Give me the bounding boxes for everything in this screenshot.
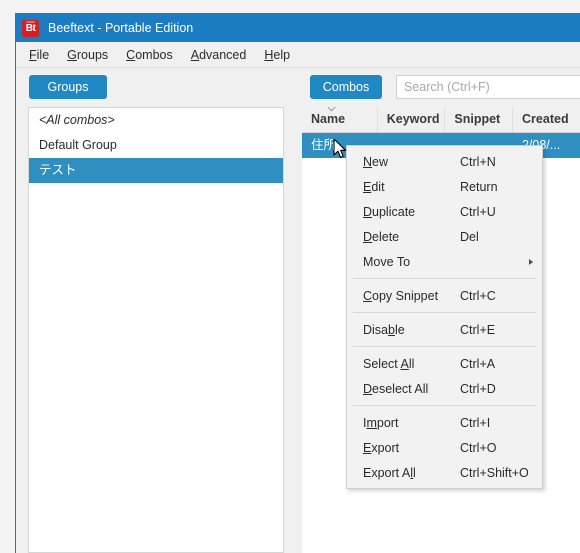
menu-bar: File Groups Combos Advanced Help <box>16 42 580 68</box>
menu-separator <box>353 405 536 406</box>
window-title: Beeftext - Portable Edition <box>48 21 194 35</box>
groups-pane: Groups <All combos> Default Group テスト <box>16 69 286 553</box>
group-list-item-all-combos[interactable]: <All combos> <box>29 108 283 133</box>
chevron-down-icon <box>328 107 337 113</box>
search-input[interactable] <box>396 75 580 99</box>
context-menu-item-delete[interactable]: Delete Del <box>347 224 542 249</box>
context-menu-item-move-to[interactable]: Move To <box>347 249 542 274</box>
menubar-item-help[interactable]: Help <box>255 45 299 65</box>
menu-separator <box>353 346 536 347</box>
context-menu-item-new[interactable]: New Ctrl+N <box>347 149 542 174</box>
shortcut-select-all: Ctrl+A <box>460 356 496 371</box>
menubar-item-advanced[interactable]: Advanced <box>182 45 256 65</box>
group-list-item-default-group[interactable]: Default Group <box>29 133 283 158</box>
context-menu-item-edit[interactable]: Edit Return <box>347 174 542 199</box>
menu-separator <box>353 312 536 313</box>
chevron-right-icon <box>529 258 533 265</box>
context-menu-item-copy-snippet[interactable]: Copy Snippet Ctrl+C <box>347 283 542 308</box>
menubar-item-file[interactable]: File <box>20 45 58 65</box>
shortcut-export-all: Ctrl+Shift+O <box>460 465 529 480</box>
column-header-created[interactable]: Created <box>513 107 580 132</box>
context-menu-item-disable[interactable]: Disable Ctrl+E <box>347 317 542 342</box>
column-header-snippet[interactable]: Snippet <box>445 107 514 132</box>
table-header-row: Name Keyword Snippet Created <box>302 107 580 133</box>
context-menu-item-export-all[interactable]: Export All Ctrl+Shift+O <box>347 460 542 485</box>
column-header-name-label: Name <box>311 112 346 126</box>
combos-button[interactable]: Combos <box>310 75 382 99</box>
column-header-name[interactable]: Name <box>302 107 378 132</box>
shortcut-export: Ctrl+O <box>460 440 497 455</box>
shortcut-copy-snippet: Ctrl+C <box>460 288 496 303</box>
groups-list[interactable]: <All combos> Default Group テスト <box>28 107 284 553</box>
shortcut-edit: Return <box>460 179 498 194</box>
shortcut-disable: Ctrl+E <box>460 322 496 337</box>
context-menu-item-select-all[interactable]: Select All Ctrl+A <box>347 351 542 376</box>
group-list-item-test[interactable]: テスト <box>29 158 283 183</box>
title-bar: Bt Beeftext - Portable Edition <box>16 14 580 42</box>
menubar-item-combos[interactable]: Combos <box>117 45 182 65</box>
context-menu-item-duplicate[interactable]: Duplicate Ctrl+U <box>347 199 542 224</box>
column-header-keyword[interactable]: Keyword <box>378 107 446 132</box>
logo-text: Bt <box>25 22 36 34</box>
shortcut-delete: Del <box>460 229 479 244</box>
context-menu-item-deselect-all[interactable]: Deselect All Ctrl+D <box>347 376 542 401</box>
combo-context-menu[interactable]: New Ctrl+N Edit Return Duplicate Ctrl+U … <box>346 145 543 489</box>
shortcut-import: Ctrl+I <box>460 415 491 430</box>
menu-separator <box>353 278 536 279</box>
context-menu-label-move-to: Move To <box>363 254 411 269</box>
context-menu-item-export[interactable]: Export Ctrl+O <box>347 435 542 460</box>
beeftext-logo-icon: Bt <box>22 19 39 37</box>
shortcut-new: Ctrl+N <box>460 154 496 169</box>
context-menu-item-import[interactable]: Import Ctrl+I <box>347 410 542 435</box>
shortcut-deselect-all: Ctrl+D <box>460 381 496 396</box>
menubar-item-groups[interactable]: Groups <box>58 45 117 65</box>
groups-button[interactable]: Groups <box>29 75 107 99</box>
shortcut-duplicate: Ctrl+U <box>460 204 496 219</box>
